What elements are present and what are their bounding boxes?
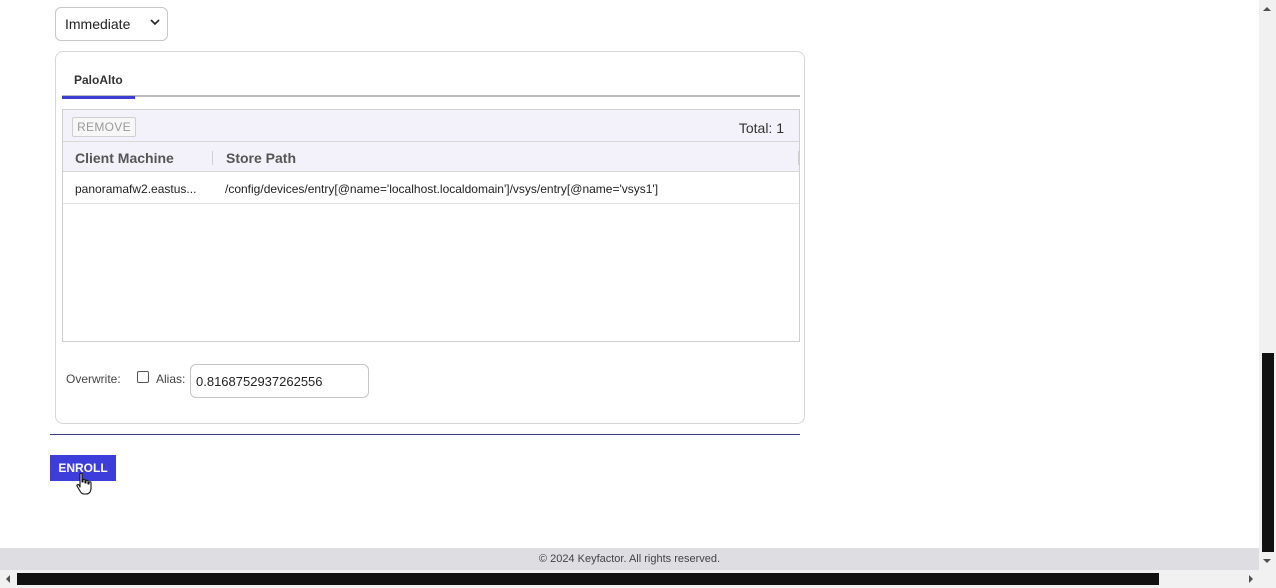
total-count: Total: 1 xyxy=(738,120,784,136)
scroll-up-icon[interactable] xyxy=(1262,4,1272,14)
grid-toolbar: REMOVE Total: 1 xyxy=(63,110,799,142)
alias-input[interactable] xyxy=(190,364,369,398)
copyright-text: © 2024 Keyfactor. All rights reserved. xyxy=(538,553,721,565)
certificate-store-panel: PaloAlto REMOVE Total: 1 Client Machine … xyxy=(55,51,805,424)
column-header-client-machine[interactable]: Client Machine xyxy=(75,142,213,172)
column-header-store-path[interactable]: Store Path xyxy=(226,142,796,172)
enrollment-page: Immediate PaloAlto REMOVE Total: 1 Clien… xyxy=(0,0,1276,588)
tab-paloalto[interactable]: PaloAlto xyxy=(62,64,135,99)
table-row[interactable]: panoramafw2.eastus... /config/devices/en… xyxy=(63,173,799,204)
column-resize-handle[interactable] xyxy=(798,151,799,165)
scroll-down-icon[interactable] xyxy=(1262,556,1272,566)
stores-grid: REMOVE Total: 1 Client Machine Store Pat… xyxy=(62,109,800,342)
remove-button[interactable]: REMOVE xyxy=(72,117,136,137)
vertical-scroll-thumb[interactable] xyxy=(1262,353,1274,552)
scroll-right-icon[interactable] xyxy=(1246,574,1256,584)
hand-pointer-icon xyxy=(76,472,92,495)
page-footer: © 2024 Keyfactor. All rights reserved. xyxy=(0,548,1259,570)
alias-label: Alias: xyxy=(156,372,186,386)
horizontal-scroll-thumb[interactable] xyxy=(17,573,1159,585)
column-resize-handle[interactable] xyxy=(212,151,213,165)
schedule-select[interactable]: Immediate xyxy=(55,7,168,41)
overwrite-label: Overwrite: xyxy=(66,372,121,386)
scroll-left-icon[interactable] xyxy=(3,574,13,584)
cell-store-path: /config/devices/entry[@name='localhost.l… xyxy=(225,182,659,196)
grid-header: Client Machine Store Path xyxy=(63,142,799,172)
store-type-tabs: PaloAlto xyxy=(62,64,800,99)
enroll-options: Overwrite: Alias: xyxy=(66,364,466,398)
active-tab-indicator xyxy=(62,96,135,99)
overwrite-checkbox[interactable] xyxy=(137,371,149,383)
section-divider xyxy=(50,434,800,435)
tab-label: PaloAlto xyxy=(74,73,123,87)
cell-client-machine: panoramafw2.eastus... xyxy=(75,182,197,196)
